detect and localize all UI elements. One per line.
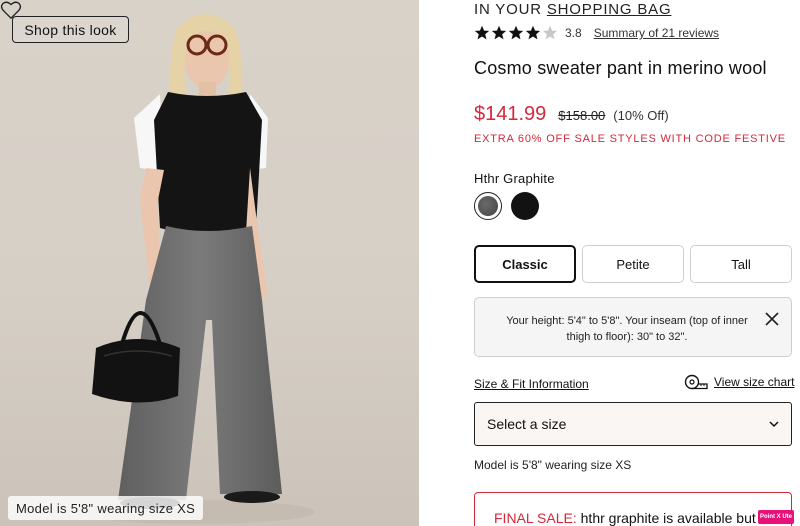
star-empty-icon xyxy=(542,25,558,40)
final-sale-label: FINAL SALE: xyxy=(494,510,577,526)
heart-icon[interactable] xyxy=(0,0,22,20)
swatch-black[interactable] xyxy=(511,192,539,220)
product-image[interactable]: Shop this look Model is 5'8" wearing siz… xyxy=(0,0,419,526)
swatch-hthr-graphite[interactable] xyxy=(474,192,502,220)
product-details-panel: IN YOUR SHOPPING BAG 3.8 Summary of 21 r… xyxy=(474,0,800,526)
star-filled-icon xyxy=(474,25,490,40)
star-filled-icon xyxy=(508,25,524,40)
size-fit-info-link[interactable]: Size & Fit Information xyxy=(474,377,589,391)
shopping-bag-link[interactable]: SHOPPING BAG xyxy=(547,1,672,18)
size-select-dropdown[interactable]: Select a size xyxy=(474,402,792,446)
size-select-value: Select a size xyxy=(487,416,567,432)
in-bag-notice: IN YOUR SHOPPING BAG xyxy=(474,1,671,18)
discount-percent: (10% Off) xyxy=(613,108,669,123)
price-row: $141.99 $158.00 (10% Off) xyxy=(474,103,669,126)
product-title: Cosmo sweater pant in merino wool xyxy=(474,58,767,78)
promo-message: EXTRA 60% OFF SALE STYLES WITH CODE FEST… xyxy=(474,133,786,145)
model-illustration xyxy=(75,14,315,524)
star-rating xyxy=(474,25,559,41)
fit-classic-button[interactable]: Classic xyxy=(474,245,576,283)
star-filled-icon xyxy=(525,25,541,40)
in-bag-prefix: IN YOUR xyxy=(474,1,547,18)
view-size-chart-label: View size chart xyxy=(714,375,795,389)
rating-value: 3.8 xyxy=(565,26,582,40)
view-size-chart-link[interactable]: View size chart xyxy=(684,374,794,390)
reviews-summary-link[interactable]: Summary of 21 reviews xyxy=(594,26,719,40)
chevron-down-icon xyxy=(769,421,779,428)
height-info-text: Your height: 5'4" to 5'8". Your inseam (… xyxy=(506,315,748,343)
model-size-caption: Model is 5'8" wearing size XS xyxy=(8,496,204,520)
overlay-badge: Point X Ute xyxy=(758,510,794,524)
selected-color-name: Hthr Graphite xyxy=(474,171,555,186)
shop-this-look-button[interactable]: Shop this look xyxy=(12,16,129,43)
star-filled-icon xyxy=(491,25,507,40)
fit-petite-button[interactable]: Petite xyxy=(582,245,684,283)
original-price: $158.00 xyxy=(558,108,606,123)
height-info-box: Your height: 5'4" to 5'8". Your inseam (… xyxy=(474,297,792,357)
model-size-note: Model is 5'8" wearing size XS xyxy=(474,458,632,472)
final-sale-text: hthr graphite is available but xyxy=(576,510,756,526)
sale-price: $141.99 xyxy=(474,103,547,125)
tape-measure-icon xyxy=(684,374,708,390)
close-icon[interactable] xyxy=(765,312,779,326)
final-sale-notice: FINAL SALE: hthr graphite is available b… xyxy=(474,492,792,526)
swatch-fill xyxy=(478,196,498,216)
fit-tall-button[interactable]: Tall xyxy=(690,245,792,283)
rating-row: 3.8 Summary of 21 reviews xyxy=(474,24,719,42)
